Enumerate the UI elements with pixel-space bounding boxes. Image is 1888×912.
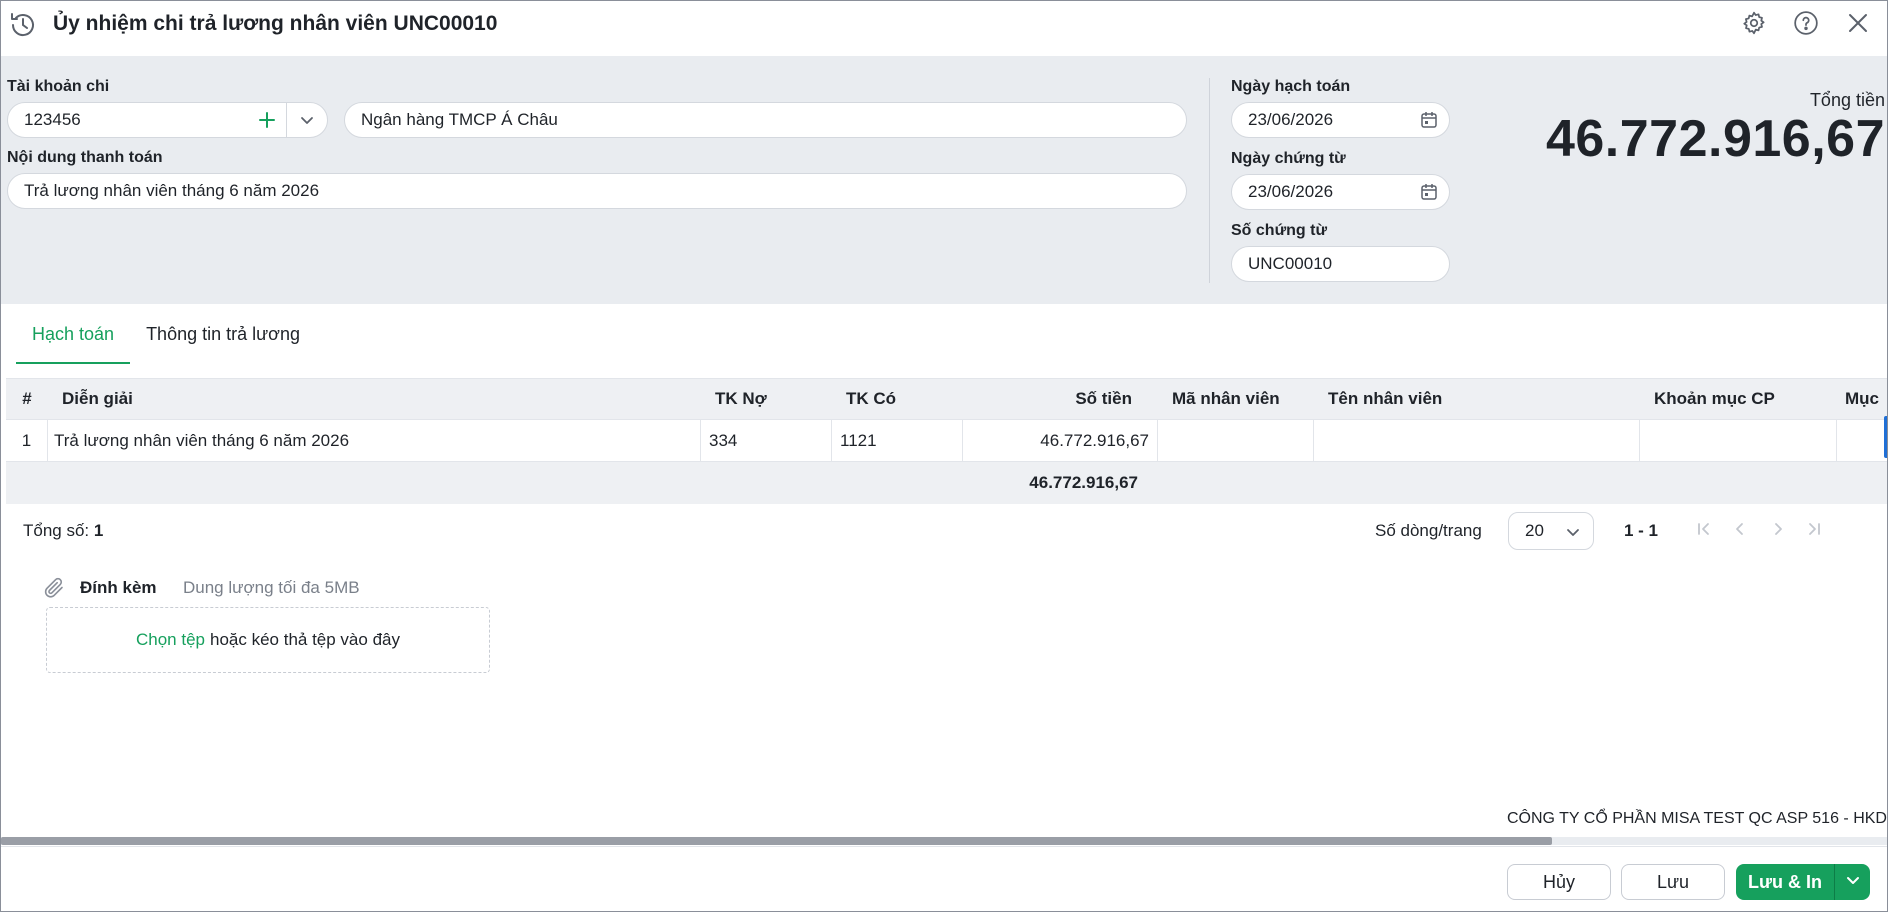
row-debit-account[interactable]: 334 — [701, 420, 832, 461]
table-row[interactable]: 1 Trả lương nhân viên tháng 6 năm 2026 3… — [6, 420, 1887, 462]
window-title: Ủy nhiệm chi trả lương nhân viên UNC0001… — [53, 12, 498, 35]
drop-hint: hoặc kéo thả tệp vào đây — [210, 630, 400, 649]
total-amount: 46.772.916,67 — [1545, 110, 1885, 168]
sum-amount: 46.772.916,67 — [1029, 473, 1138, 492]
account-label: Tài khoản chi — [7, 78, 110, 95]
row-description[interactable]: Trả lương nhân viên tháng 6 năm 2026 — [48, 420, 701, 461]
plus-icon[interactable] — [247, 103, 287, 137]
content-label: Nội dung thanh toán — [7, 149, 163, 166]
column-header-debit-account[interactable]: TK Nợ — [701, 379, 832, 419]
attachment-size-hint: Dung lượng tối đa 5MB — [183, 578, 360, 597]
choose-file-link[interactable]: Chọn tệp — [136, 630, 205, 650]
row-item[interactable] — [1837, 420, 1887, 461]
column-header-expense-item[interactable]: Khoản mục CP — [1640, 379, 1837, 419]
total-count-label: Tổng số: — [23, 521, 90, 540]
detail-tabs: Hạch toán Thông tin trả lương — [16, 304, 316, 364]
bank-name-field[interactable] — [344, 102, 1187, 138]
rows-per-page-select[interactable]: 20 — [1508, 512, 1594, 550]
calendar-icon[interactable] — [1419, 110, 1439, 130]
grid-vertical-scrollbar[interactable] — [1884, 416, 1887, 458]
save-options-dropdown[interactable] — [1834, 864, 1870, 900]
voucher-no-input[interactable] — [1248, 254, 1449, 274]
voucher-no-label: Số chứng từ — [1231, 222, 1328, 239]
column-header-item[interactable]: Mục — [1837, 379, 1887, 419]
voucher-form: Tài khoản chi Nội dung thanh toán Ngày h… — [1, 56, 1887, 304]
first-page-icon — [1695, 520, 1713, 543]
chevron-right-icon — [1769, 520, 1787, 543]
column-header-credit-account[interactable]: TK Có — [832, 379, 963, 419]
row-employee-name[interactable] — [1314, 420, 1640, 461]
help-button[interactable] — [1792, 10, 1820, 41]
total-label: Tổng tiền — [1809, 90, 1885, 110]
close-button[interactable] — [1844, 11, 1872, 39]
calendar-icon[interactable] — [1419, 182, 1439, 202]
rows-per-page-value: 20 — [1525, 521, 1544, 540]
column-header-description[interactable]: Diễn giải — [48, 379, 701, 419]
tab-accounting[interactable]: Hạch toán — [16, 304, 131, 364]
company-name: CÔNG TY CỔ PHẦN MISA TEST QC ASP 516 - H… — [1491, 806, 1887, 832]
posting-date-field[interactable] — [1231, 102, 1450, 138]
detail-panel: Hạch toán Thông tin trả lương # Diễn giả… — [6, 304, 1887, 786]
accounting-grid: # Diễn giải TK Nợ TK Có Số tiền Mã nhân … — [6, 378, 1887, 462]
chevron-down-icon — [1845, 872, 1861, 893]
settings-button[interactable] — [1740, 11, 1768, 39]
chevron-down-icon[interactable] — [287, 103, 327, 137]
chevron-down-icon — [1565, 524, 1581, 545]
save-and-print-button[interactable]: Lưu & In — [1736, 864, 1834, 900]
voucher-date-field[interactable] — [1231, 174, 1450, 210]
grid-summary-row: 46.772.916,67 — [6, 462, 1887, 504]
save-button[interactable]: Lưu — [1621, 864, 1725, 900]
gear-icon — [1741, 10, 1767, 41]
bank-name-input[interactable] — [361, 110, 1186, 130]
paperclip-icon — [42, 576, 66, 600]
file-dropzone[interactable]: Chọn tệp hoặc kéo thả tệp vào đây — [46, 607, 490, 673]
previous-page-button[interactable] — [1728, 519, 1752, 543]
row-credit-account[interactable]: 1121 — [832, 420, 963, 461]
window-header: Ủy nhiệm chi trả lương nhân viên UNC0001… — [1, 1, 1887, 56]
total-count: Tổng số: 1 — [23, 521, 103, 541]
chevron-left-icon — [1731, 520, 1749, 543]
first-page-button[interactable] — [1692, 519, 1716, 543]
account-combobox[interactable] — [7, 102, 328, 138]
total-count-value: 1 — [93, 521, 104, 540]
horizontal-scrollbar[interactable] — [1, 837, 1552, 845]
column-header-amount[interactable]: Số tiền — [963, 379, 1158, 419]
column-header-index[interactable]: # — [6, 379, 48, 419]
voucher-date-label: Ngày chứng từ — [1231, 150, 1346, 167]
history-icon[interactable] — [7, 9, 39, 41]
tab-payroll-info[interactable]: Thông tin trả lương — [130, 304, 316, 364]
row-amount[interactable]: 46.772.916,67 — [963, 420, 1158, 461]
grid-header: # Diễn giải TK Nợ TK Có Số tiền Mã nhân … — [6, 378, 1887, 420]
row-employee-code[interactable] — [1158, 420, 1314, 461]
page-range: 1 - 1 — [1624, 521, 1659, 540]
posting-date-label: Ngày hạch toán — [1231, 78, 1351, 95]
form-divider — [1209, 78, 1210, 283]
footer-bar: Hủy Lưu Lưu & In — [1, 846, 1887, 911]
close-icon — [1847, 12, 1869, 39]
last-page-button[interactable] — [1802, 519, 1826, 543]
content-field[interactable] — [7, 173, 1187, 209]
cancel-button[interactable]: Hủy — [1507, 864, 1611, 900]
column-header-employee-code[interactable]: Mã nhân viên — [1158, 379, 1314, 419]
content-input[interactable] — [24, 181, 1186, 201]
rows-per-page-label: Số dòng/trang — [1375, 521, 1482, 540]
row-index: 1 — [6, 420, 48, 461]
attachment-title: Đính kèm — [80, 578, 157, 597]
payment-order-window: Ủy nhiệm chi trả lương nhân viên UNC0001… — [0, 0, 1888, 912]
help-icon — [1793, 10, 1819, 41]
last-page-icon — [1805, 520, 1823, 543]
next-page-button[interactable] — [1766, 519, 1790, 543]
row-expense-item[interactable] — [1640, 420, 1837, 461]
voucher-no-field[interactable] — [1231, 246, 1450, 282]
column-header-employee-name[interactable]: Tên nhân viên — [1314, 379, 1640, 419]
pagination-bar: Tổng số: 1 Số dòng/trang 20 1 - 1 — [6, 504, 1887, 558]
